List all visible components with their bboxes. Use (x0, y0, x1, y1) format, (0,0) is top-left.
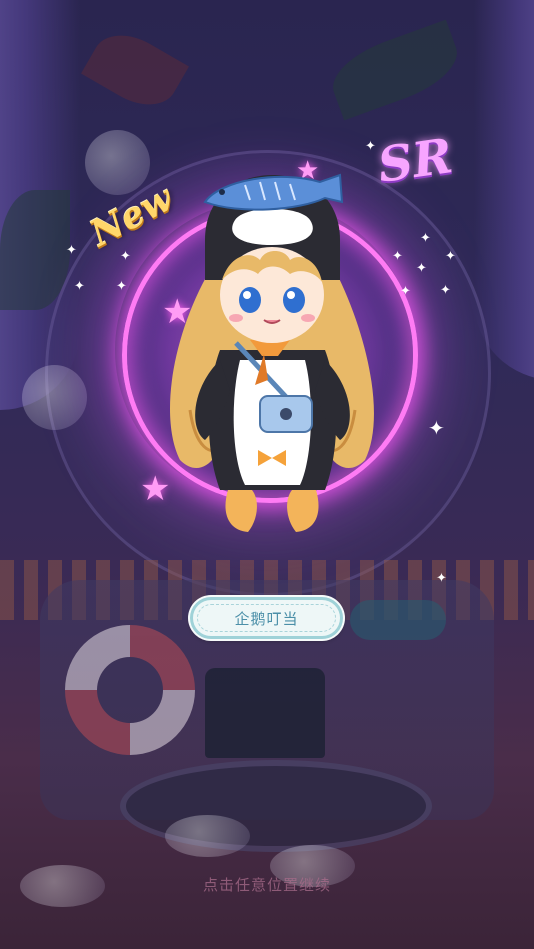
character-penguin-girl (170, 173, 374, 532)
tap-to-continue-hint[interactable]: 点击任意位置继续 (0, 874, 534, 895)
sparkle-icon: ✦ (420, 231, 431, 246)
sparkle-icon: ✦ (445, 249, 456, 264)
bubble (165, 815, 250, 857)
gashapon-dial (350, 600, 446, 640)
sparkle-icon: ✦ (440, 283, 451, 298)
sparkle-icon: ✦ (436, 571, 447, 586)
item-name-pill: 企鹅叮当 (190, 597, 343, 639)
lifebuoy (65, 625, 195, 755)
leaf-decoration (323, 19, 467, 121)
game-screen[interactable]: ✦ ✦ ✦ ✦ ✦ ✦ ✦ ✦ ✦ ✦ ✦ ✦ ✦ ★ ★ ★ New SR 企… (0, 0, 534, 949)
sparkle-icon: ✦ (392, 249, 403, 264)
bubble (85, 130, 150, 195)
sparkle-icon: ✦ (428, 416, 445, 440)
gashapon-slot (205, 668, 325, 758)
sparkle-icon: ✦ (116, 279, 127, 294)
item-name: 企鹅叮当 (234, 609, 299, 628)
bubble (22, 365, 87, 430)
sparkle-icon: ✦ (400, 284, 411, 299)
sparkle-icon: ✦ (66, 243, 77, 258)
leaf-decoration (81, 21, 189, 119)
sparkle-icon: ✦ (74, 279, 85, 294)
sparkle-icon: ✦ (416, 261, 427, 276)
sparkle-icon: ✦ (120, 249, 131, 264)
